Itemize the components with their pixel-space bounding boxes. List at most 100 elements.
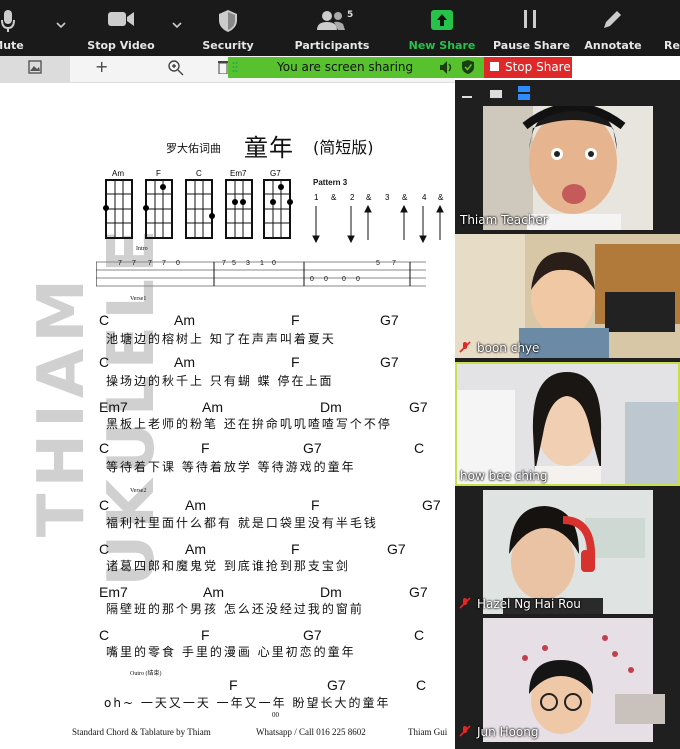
stop-icon: [490, 62, 499, 71]
chord-label: Am: [112, 169, 124, 178]
participant-video: [455, 234, 680, 358]
microphone-icon: [1, 10, 15, 32]
gallery-view-icon[interactable]: [518, 86, 530, 100]
participant-tile[interactable]: Jun Hoong: [455, 618, 680, 742]
participant-tile[interactable]: boon chye: [455, 234, 680, 358]
participant-name: Hazel Ng Hai Rou: [477, 597, 581, 611]
participant-tile[interactable]: Thiam Teacher: [455, 106, 680, 230]
chord: Dm: [320, 584, 342, 600]
plus-icon[interactable]: +: [95, 57, 108, 76]
speaker-icon[interactable]: [440, 61, 454, 74]
svg-text:7: 7: [222, 260, 226, 267]
mute-button[interactable]: Mute: [0, 0, 28, 56]
minimize-icon[interactable]: [462, 96, 472, 98]
song-version: (简短版): [313, 138, 374, 157]
svg-text:7: 7: [118, 260, 122, 267]
chord: C: [416, 677, 427, 693]
svg-text:7: 7: [148, 260, 152, 267]
footer-contact: Whatsapp / Call 016 225 8602: [256, 727, 366, 737]
verse2-label: Verse2: [130, 488, 147, 494]
chevron-up-icon[interactable]: [172, 20, 182, 30]
participant-count: 5: [347, 10, 354, 20]
stop-share-button[interactable]: Stop Share: [484, 57, 572, 78]
chord: Em7: [99, 584, 128, 600]
chord: Am: [174, 312, 195, 328]
chord-label: G7: [270, 169, 281, 178]
chord: G7: [380, 312, 399, 328]
outro-label: Outro (结束): [130, 671, 162, 677]
chord: G7: [387, 541, 406, 557]
svg-text:0: 0: [272, 260, 276, 267]
chord-label: C: [196, 169, 202, 178]
participant-video: [455, 106, 680, 230]
participants-button[interactable]: 5 Participants: [292, 0, 372, 56]
muted-mic-icon: [459, 341, 471, 353]
lyric: 嘴里的零食 手里的漫画 心里初恋的童年: [106, 645, 356, 659]
chord: C: [99, 354, 110, 370]
remote-control-button[interactable]: Re: [664, 0, 680, 56]
gallery-view-controls: [455, 80, 680, 106]
intro-label: Intro: [136, 246, 148, 252]
image-icon: [28, 60, 42, 74]
intro-tab-staff: 77770 75310 0000 57: [96, 260, 426, 287]
drag-handle-icon[interactable]: [232, 61, 238, 73]
chord: G7: [303, 440, 322, 456]
stop-video-button[interactable]: Stop Video: [85, 0, 157, 56]
new-share-button[interactable]: New Share: [408, 0, 476, 56]
count-label: 1: [314, 193, 319, 202]
count-label: 4: [422, 193, 427, 202]
count-label: 2: [350, 193, 355, 202]
new-share-label: New Share: [408, 39, 476, 52]
pause-share-button[interactable]: Pause Share: [493, 0, 570, 56]
chord: G7: [380, 354, 399, 370]
speaker-view-icon[interactable]: [490, 90, 502, 98]
chord: F: [291, 312, 300, 328]
chevron-up-icon[interactable]: [56, 20, 66, 30]
muted-mic-icon: [459, 597, 471, 609]
participant-video: [455, 362, 680, 486]
screen-sharing-text: You are screen sharing: [277, 60, 414, 74]
chord: F: [291, 354, 300, 370]
svg-text:7: 7: [392, 260, 396, 267]
footer-credit: Standard Chord & Tablature by Thiam: [72, 727, 211, 737]
chord: Am: [185, 541, 206, 557]
svg-text:0: 0: [356, 276, 360, 283]
shield-check-icon[interactable]: [462, 60, 474, 74]
chord: F: [229, 677, 238, 693]
chord: C: [99, 312, 110, 328]
viewer-tab[interactable]: [0, 56, 70, 82]
participant-name: Jun Hoong: [477, 725, 539, 739]
chord: C: [414, 440, 425, 456]
annotate-button[interactable]: Annotate: [584, 0, 642, 56]
pause-icon: [524, 10, 536, 28]
participant-tile[interactable]: how bee ching: [455, 362, 680, 486]
participant-name: how bee ching: [460, 469, 548, 483]
pause-share-label: Pause Share: [493, 39, 570, 52]
chord-diagram-em7: Em7: [225, 169, 253, 239]
svg-text:0: 0: [176, 260, 180, 267]
lyric: 黑板上老师的粉笔 还在拚命叽叽喳喳写个不停: [106, 417, 392, 431]
participant-tile[interactable]: Hazel Ng Hai Rou: [455, 490, 680, 614]
strum-pattern: 1 & 2 & 3 & 4 &: [312, 193, 444, 244]
zoom-in-icon[interactable]: [168, 60, 184, 76]
count-label: &: [438, 193, 444, 202]
chord: G7: [327, 677, 346, 693]
trash-icon[interactable]: [218, 60, 228, 74]
lyric: 池塘边的榕树上 知了在声声叫着夏天: [106, 332, 336, 346]
verse1-label: Verse1: [130, 296, 147, 302]
svg-text:0: 0: [324, 276, 328, 283]
chord-diagram-f: F: [143, 169, 173, 239]
chord-label: F: [156, 169, 161, 178]
svg-text:1: 1: [260, 260, 264, 267]
pattern-label: Pattern 3: [313, 178, 348, 187]
security-button[interactable]: Security: [198, 0, 258, 56]
chord: Am: [174, 354, 195, 370]
chord-diagrams: Am F C Em7 G7: [103, 169, 293, 239]
chord: G7: [422, 497, 441, 513]
security-label: Security: [202, 39, 254, 52]
chord: Am: [203, 584, 224, 600]
svg-text:0: 0: [342, 276, 346, 283]
lyric: 福利社里面什么都有 就是口袋里没有半毛钱: [106, 516, 378, 530]
participants-icon: [317, 11, 345, 30]
svg-text:7: 7: [162, 260, 166, 267]
